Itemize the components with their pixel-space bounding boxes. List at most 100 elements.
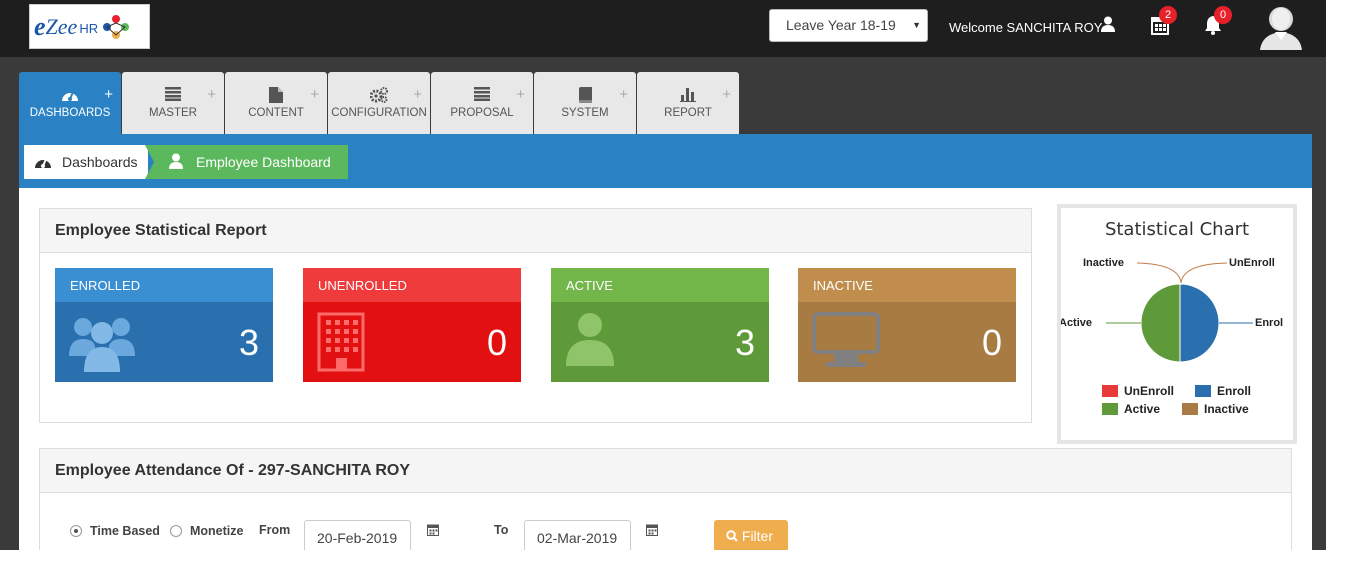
logo-e: e — [34, 11, 46, 41]
unenrolled-card[interactable]: UNENROLLED 0 — [303, 268, 521, 382]
bar-chart-icon — [680, 88, 696, 102]
tab-label: CONTENT — [248, 107, 304, 119]
tab-system[interactable]: + SYSTEM — [534, 72, 636, 134]
tab-content[interactable]: + CONTENT — [225, 72, 327, 134]
logo-zee: Zee — [45, 13, 78, 39]
leave-year-select[interactable]: Leave Year 18-19 ▼ — [769, 9, 928, 42]
tab-expand-icon[interactable]: + — [619, 86, 628, 103]
unenrolled-label: UNENROLLED — [303, 268, 521, 302]
monetize-label: Monetize — [190, 524, 244, 538]
attendance-panel: Employee Attendance Of - 297-SANCHITA RO… — [39, 448, 1292, 558]
pie-leader-line — [1180, 262, 1228, 284]
book-icon — [579, 87, 592, 103]
logo-people-icon — [103, 14, 130, 39]
legend-unenroll: UnEnroll — [1124, 384, 1174, 398]
top-bar — [0, 0, 1326, 57]
list-icon — [474, 87, 490, 101]
unenrolled-count: 0 — [486, 322, 507, 363]
breadcrumb-employee-dashboard: Employee Dashboard — [145, 145, 348, 179]
logo-hr: HR — [79, 21, 99, 36]
bell-badge: 0 — [1214, 6, 1232, 24]
dashboard-icon — [35, 158, 51, 168]
enrolled-card[interactable]: ENROLLED 3 — [55, 268, 273, 382]
dropdown-caret-icon: ▼ — [912, 20, 921, 30]
inactive-count: 0 — [981, 322, 1002, 363]
pie-slice-enroll[interactable] — [1179, 283, 1220, 363]
attendance-title: Employee Attendance Of - 297-SANCHITA RO… — [40, 449, 1291, 493]
time-based-radio[interactable] — [70, 525, 82, 537]
tab-label: SYSTEM — [561, 107, 609, 119]
tab-dashboards[interactable]: + DASHBOARDS — [19, 72, 121, 134]
tab-expand-icon[interactable]: + — [722, 86, 731, 103]
user-icon[interactable] — [1101, 16, 1115, 32]
tab-proposal[interactable]: + PROPOSAL — [431, 72, 533, 134]
pie-leader-line — [1136, 262, 1182, 284]
slice-label-inactive: Inactive — [1083, 257, 1124, 269]
breadcrumb-home-label: Dashboards — [62, 154, 138, 170]
dashboard-icon — [62, 91, 78, 101]
legend-swatch-unenroll — [1102, 385, 1118, 397]
welcome-text: Welcome SANCHITA ROY — [949, 20, 1103, 35]
breadcrumb-current-label: Employee Dashboard — [196, 154, 331, 170]
tab-expand-icon[interactable]: + — [310, 86, 319, 103]
gears-icon — [370, 87, 388, 103]
list-icon — [165, 87, 181, 101]
profile-avatar[interactable] — [1258, 2, 1304, 50]
pie-chart: Inactive UnEnroll Active Enrol UnEnroll … — [1061, 257, 1283, 416]
tab-master[interactable]: + MASTER — [122, 72, 224, 134]
tab-expand-icon[interactable]: + — [516, 86, 525, 103]
stats-panel-title: Employee Statistical Report — [40, 209, 1031, 253]
user-icon — [566, 313, 614, 366]
monetize-radio[interactable] — [170, 525, 182, 537]
legend-swatch-active — [1102, 403, 1118, 415]
to-date-value: 02-Mar-2019 — [537, 530, 618, 546]
from-date-input[interactable]: 20-Feb-2019 — [304, 520, 411, 554]
from-label: From — [259, 523, 291, 537]
user-icon — [169, 153, 183, 169]
search-icon — [726, 530, 738, 542]
from-date-value: 20-Feb-2019 — [317, 530, 398, 546]
pie-slice-active[interactable] — [1140, 283, 1181, 363]
legend-swatch-inactive — [1182, 403, 1198, 415]
tab-report[interactable]: + REPORT — [637, 72, 739, 134]
to-date-input[interactable]: 02-Mar-2019 — [524, 520, 631, 554]
legend-active: Active — [1124, 402, 1160, 416]
legend-swatch-enroll — [1195, 385, 1211, 397]
users-group-icon — [69, 318, 135, 372]
tab-label: CONFIGURATION — [331, 107, 427, 119]
tab-label: REPORT — [664, 107, 712, 119]
time-based-label: Time Based — [90, 524, 160, 538]
calendar-icon[interactable] — [427, 523, 439, 536]
tab-label: PROPOSAL — [450, 107, 514, 119]
active-card[interactable]: ACTIVE 3 — [551, 268, 769, 382]
tab-label: DASHBOARDS — [29, 107, 111, 119]
calendar-badge: 2 — [1159, 6, 1177, 24]
inactive-label: INACTIVE — [798, 268, 1016, 302]
legend-enroll: Enroll — [1217, 384, 1251, 398]
inactive-card[interactable]: INACTIVE 0 — [798, 268, 1016, 382]
monitor-icon — [812, 312, 880, 367]
tab-configuration[interactable]: + CONFIGURATION — [328, 72, 430, 134]
calendar-icon[interactable] — [646, 523, 658, 536]
breadcrumb-dashboards[interactable]: Dashboards — [24, 145, 148, 179]
active-label: ACTIVE — [551, 268, 769, 302]
filter-label: Filter — [741, 528, 774, 544]
right-margin — [1326, 0, 1360, 577]
main-nav: + DASHBOARDS + MASTER + CONTENT + CONFIG… — [19, 72, 740, 134]
enrolled-label: ENROLLED — [55, 268, 273, 302]
tab-expand-icon[interactable]: + — [413, 86, 422, 103]
file-icon — [269, 87, 283, 103]
filter-button[interactable]: Filter — [714, 520, 788, 552]
active-count: 3 — [734, 322, 755, 363]
bottom-margin — [0, 550, 1360, 577]
tab-expand-icon[interactable]: + — [104, 86, 113, 103]
to-label: To — [494, 523, 509, 537]
page: e Zee HR Leave Year 18-19 ▼ Welcome SANC… — [0, 0, 1360, 577]
ezee-hr-logo[interactable]: e Zee HR — [29, 4, 150, 49]
statistical-chart: Statistical Chart Inactive UnEnroll Acti… — [1057, 204, 1297, 444]
slice-label-enroll: Enrol — [1255, 317, 1283, 329]
legend-inactive: Inactive — [1204, 402, 1249, 416]
slice-label-active: Active — [1061, 317, 1092, 329]
tab-label: MASTER — [149, 107, 197, 119]
tab-expand-icon[interactable]: + — [207, 86, 216, 103]
